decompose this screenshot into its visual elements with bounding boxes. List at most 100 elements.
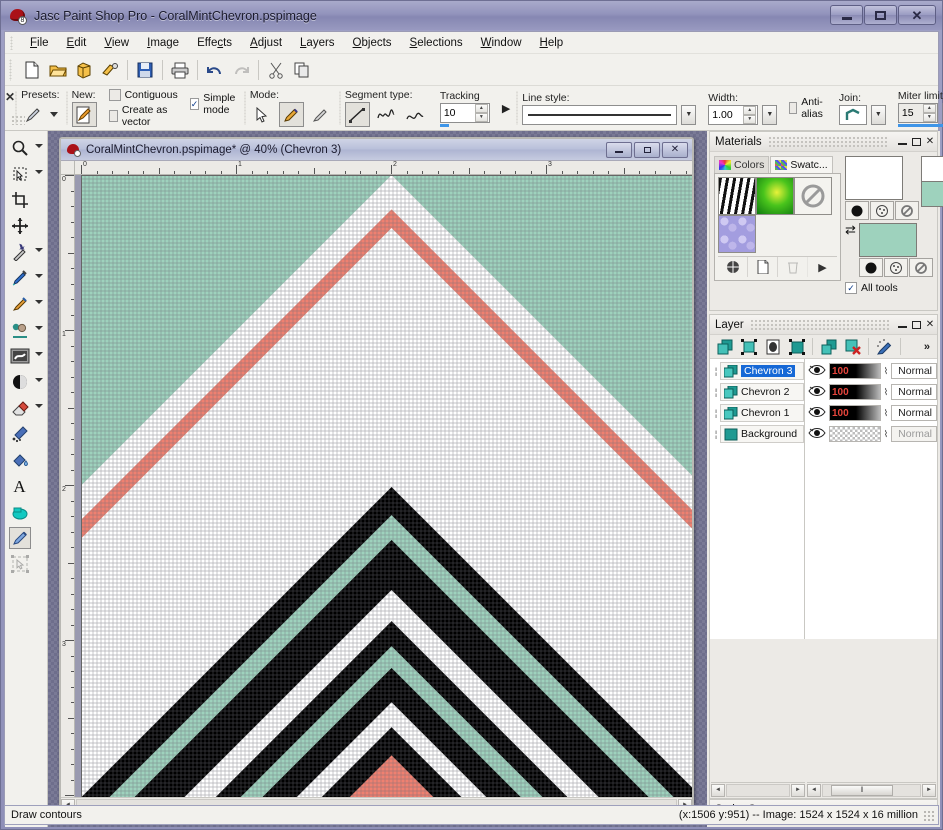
duplicate-layer-icon[interactable] bbox=[817, 336, 840, 357]
layer-names-hscroll-track[interactable] bbox=[726, 783, 790, 797]
menubar-grip[interactable] bbox=[10, 36, 13, 50]
layer-names-hscroll-left[interactable]: ◄ bbox=[711, 783, 725, 797]
lighten-darken-tool[interactable] bbox=[6, 343, 47, 369]
image-minimize-button[interactable] bbox=[606, 141, 632, 158]
layer-props-hscroll-thumb[interactable]: ‖ bbox=[831, 784, 893, 796]
layer-properties-icon[interactable] bbox=[873, 336, 896, 357]
layer-names-hscroll-right[interactable]: ► bbox=[791, 783, 805, 797]
menu-image[interactable]: Image bbox=[138, 35, 188, 51]
tab-swatches[interactable]: Swatc... bbox=[770, 156, 833, 173]
eraser-flyout-arrow-icon[interactable] bbox=[34, 404, 43, 408]
layer-drag-handle[interactable]: ¦ bbox=[712, 387, 720, 397]
layer-opacity-slider[interactable]: 100 bbox=[829, 363, 881, 379]
object-selection-tool[interactable] bbox=[6, 551, 47, 577]
layer-props-hscroll-track[interactable]: ‖ bbox=[822, 783, 921, 797]
ruler-corner[interactable] bbox=[61, 161, 75, 175]
tracking-input[interactable] bbox=[440, 106, 475, 119]
eraser-tool[interactable] bbox=[6, 395, 47, 421]
segment-bezier-icon[interactable] bbox=[403, 102, 428, 127]
layer-link-icon[interactable]: ⌇ bbox=[884, 366, 888, 377]
width-stepper[interactable]: ▲▼ bbox=[708, 104, 759, 125]
chevron-artwork-canvas[interactable] bbox=[81, 175, 692, 797]
menu-adjust[interactable]: Adjust bbox=[241, 35, 291, 51]
vertical-ruler[interactable]: 0 1 2 3 bbox=[61, 175, 75, 797]
layer-properties-column[interactable]: 100 ⌇ Normal 100 ⌇ Normal 100 ⌇ Normal ⌇ Normal bbox=[805, 359, 937, 639]
layer-visibility-toggle-icon[interactable] bbox=[808, 426, 826, 442]
image-close-button[interactable]: ✕ bbox=[662, 141, 688, 158]
layer-visibility-toggle-icon[interactable] bbox=[808, 384, 826, 400]
pan-flyout-arrow-icon[interactable] bbox=[34, 170, 43, 174]
menu-help[interactable]: Help bbox=[531, 35, 573, 51]
layer-panel-grip[interactable] bbox=[749, 318, 889, 331]
menu-view[interactable]: View bbox=[95, 35, 138, 51]
materials-close-button[interactable]: ✕ bbox=[923, 135, 937, 149]
bg-small-swatch[interactable] bbox=[921, 181, 943, 207]
all-tools-checkbox[interactable]: ✓ All tools bbox=[845, 282, 933, 294]
crop-tool[interactable] bbox=[6, 187, 47, 213]
miter-limit-spin[interactable]: ▲ ▼ bbox=[922, 103, 936, 122]
copy-icon[interactable] bbox=[289, 57, 315, 83]
menu-objects[interactable]: Objects bbox=[344, 35, 401, 51]
layer-link-icon[interactable]: ⌇ bbox=[884, 429, 888, 440]
create-as-vector-checkbox-box[interactable] bbox=[108, 109, 118, 122]
anti-alias-checkbox[interactable]: Anti-alias bbox=[789, 96, 827, 120]
swatch-menu-icon[interactable]: ▶ bbox=[808, 257, 837, 277]
bg-null-style-icon[interactable] bbox=[908, 258, 933, 277]
picture-tube-tool[interactable] bbox=[6, 421, 47, 447]
layer-link-icon[interactable]: ⌇ bbox=[884, 387, 888, 398]
preset-shape-tool[interactable] bbox=[6, 499, 47, 525]
mode-draw-icon[interactable] bbox=[278, 102, 304, 127]
width-dropdown-icon[interactable]: ▼ bbox=[762, 104, 778, 125]
null-style-icon[interactable] bbox=[895, 201, 919, 220]
new-swatch-icon[interactable] bbox=[748, 257, 778, 277]
open-icon[interactable] bbox=[45, 57, 71, 83]
tab-colors[interactable]: Colors bbox=[714, 156, 770, 173]
materials-panel-grip[interactable] bbox=[767, 135, 889, 148]
pen-preset-icon[interactable] bbox=[21, 102, 46, 127]
menu-layers[interactable]: Layers bbox=[291, 35, 344, 51]
new-raster-layer-icon[interactable] bbox=[713, 336, 736, 357]
pattern-style-icon[interactable] bbox=[870, 201, 894, 220]
zoom-tool[interactable] bbox=[6, 135, 47, 161]
miter-limit-input[interactable] bbox=[898, 106, 923, 119]
clone-flyout-arrow-icon[interactable] bbox=[34, 326, 43, 330]
layer-blend-mode[interactable]: Normal bbox=[891, 384, 937, 400]
color-style-icon[interactable] bbox=[845, 201, 869, 220]
dodge-burn-tool[interactable] bbox=[6, 369, 47, 395]
layer-link-icon[interactable]: ⌇ bbox=[884, 408, 888, 419]
layer-row[interactable]: ¦ Chevron 1 bbox=[712, 403, 804, 423]
save-icon[interactable] bbox=[132, 57, 158, 83]
layer-maximize-button[interactable] bbox=[909, 318, 923, 332]
undo-icon[interactable] bbox=[202, 57, 228, 83]
move-tool[interactable] bbox=[6, 213, 47, 239]
pan-tool[interactable] bbox=[6, 161, 47, 187]
purple-bubbles-swatch[interactable] bbox=[718, 215, 756, 253]
window-close-button[interactable]: ✕ bbox=[898, 5, 936, 25]
standard-toolbar-grip[interactable] bbox=[9, 59, 12, 81]
layer-names-hscrollbar[interactable]: ◄ ► bbox=[711, 782, 805, 797]
layer-props-hscrollbar[interactable]: ◄ ‖ ► bbox=[807, 782, 936, 797]
layer-visibility-toggle-icon[interactable] bbox=[808, 363, 826, 379]
more-options-arrow-icon[interactable]: ▶ bbox=[502, 102, 510, 115]
new-mask-layer-icon[interactable] bbox=[761, 336, 784, 357]
bg-pattern-style-icon[interactable] bbox=[883, 258, 908, 277]
layer-name-cell[interactable]: Chevron 2 bbox=[720, 383, 804, 401]
retouch-flyout-arrow-icon[interactable] bbox=[34, 352, 43, 356]
bg-color-style-icon[interactable] bbox=[858, 258, 883, 277]
anti-alias-checkbox-box[interactable] bbox=[789, 102, 798, 114]
browse-icon[interactable] bbox=[71, 57, 97, 83]
menu-file[interactable]: File bbox=[21, 35, 58, 51]
dropper-flyout-arrow-icon[interactable] bbox=[34, 274, 43, 278]
line-style-preview[interactable] bbox=[522, 104, 678, 125]
swatch-list[interactable]: ▶ bbox=[714, 173, 841, 281]
layer-opacity-slider[interactable]: 100 bbox=[829, 384, 881, 400]
all-tools-checkbox-box[interactable]: ✓ bbox=[845, 282, 857, 294]
menu-window[interactable]: Window bbox=[472, 35, 531, 51]
dropper-tool[interactable] bbox=[6, 265, 47, 291]
tracking-stepper[interactable]: ▲▼ bbox=[439, 102, 490, 123]
layer-props-hscroll-right[interactable]: ► bbox=[922, 783, 936, 797]
window-maximize-button[interactable] bbox=[864, 5, 897, 25]
layer-blend-mode[interactable]: Normal bbox=[891, 405, 937, 421]
layer-more-icon[interactable]: » bbox=[924, 341, 934, 353]
layer-close-button[interactable]: ✕ bbox=[923, 318, 937, 332]
